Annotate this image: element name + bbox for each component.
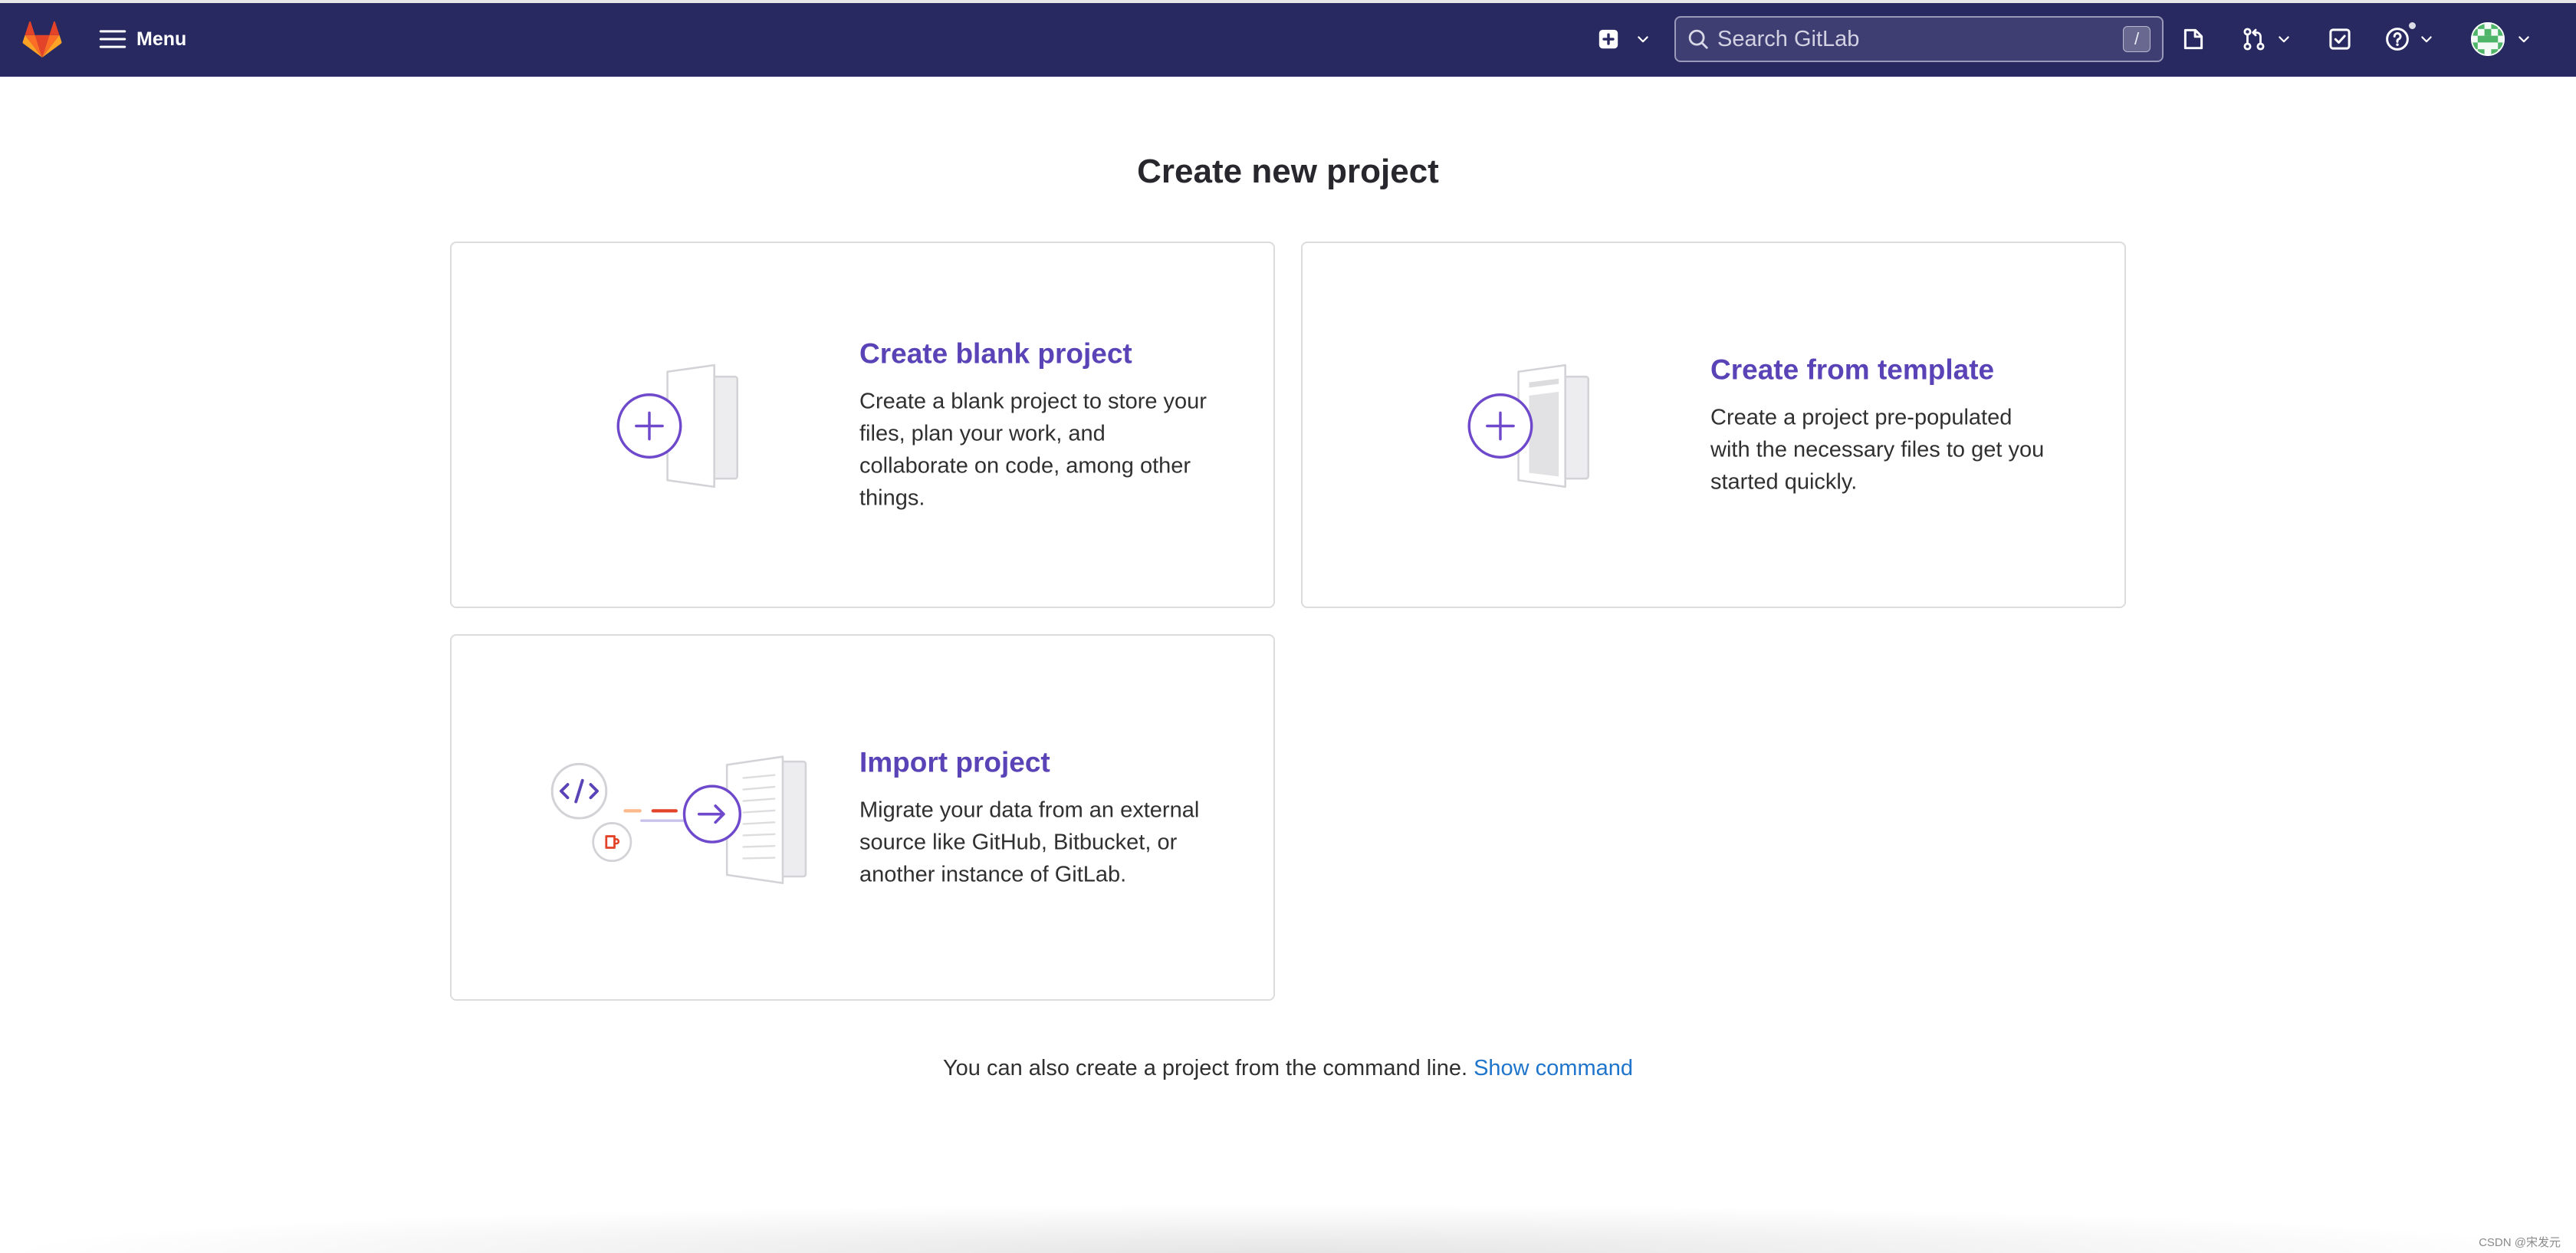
command-line-hint-text: You can also create a project from the c… — [942, 1056, 1468, 1080]
command-line-hint: You can also create a project from the c… — [0, 1052, 2576, 1084]
card-description-line: things. — [859, 485, 925, 511]
card-description-line: files, plan your work, and — [859, 421, 1106, 446]
blank-project-illustration — [616, 363, 738, 488]
page-title: Create new project — [1137, 153, 1439, 190]
card-description-line: Create a blank project to store your — [859, 389, 1207, 414]
show-command-link[interactable]: Show command — [1474, 1056, 1633, 1080]
help-icon[interactable] — [2384, 26, 2410, 52]
help-notification-dot — [2407, 21, 2417, 31]
import-project-illustration — [550, 755, 807, 884]
card-title[interactable]: Import project — [859, 745, 1250, 781]
search-input[interactable] — [1717, 18, 2116, 61]
merge-request-icon[interactable] — [2241, 26, 2267, 52]
card-title[interactable]: Create from template — [1710, 352, 2101, 389]
search-box[interactable]: / — [1674, 16, 2164, 62]
create-from-template-card[interactable]: Create from template Create a project pr… — [1301, 242, 2126, 608]
window-bottom-shadow — [0, 1204, 2576, 1253]
import-project-card[interactable]: Import project Migrate your data from an… — [450, 634, 1275, 1001]
hamburger-icon[interactable] — [99, 25, 127, 53]
todo-icon[interactable] — [2327, 26, 2353, 52]
chevron-down-icon[interactable] — [2276, 31, 2292, 47]
card-description-line: Migrate your data from an external — [859, 798, 1200, 823]
card-description-line: source like GitHub, Bitbucket, or — [859, 830, 1178, 855]
card-title[interactable]: Create blank project — [859, 336, 1250, 373]
chevron-down-icon[interactable] — [2419, 31, 2434, 47]
plus-square-icon[interactable] — [1597, 28, 1620, 51]
card-text: Import project Migrate your data from an… — [859, 745, 1250, 891]
card-description-line: Create a project pre-populated — [1710, 405, 2013, 430]
create-blank-project-card[interactable]: Create blank project Create a blank proj… — [450, 242, 1275, 608]
card-description-line: with the necessary files to get you — [1710, 437, 2045, 462]
search-icon — [1688, 29, 1708, 49]
card-description-line: another instance of GitLab. — [859, 862, 1127, 887]
menu-button-label[interactable]: Menu — [136, 28, 186, 51]
gitlab-logo[interactable] — [21, 20, 63, 58]
card-text: Create blank project Create a blank proj… — [859, 336, 1250, 515]
card-text: Create from template Create a project pr… — [1710, 352, 2101, 498]
watermark: CSDN @宋发元 — [2479, 1236, 2561, 1249]
chevron-down-icon[interactable] — [2516, 31, 2532, 47]
avatar[interactable] — [2471, 22, 2505, 56]
top-navbar: Menu / — [0, 3, 2576, 77]
chevron-down-icon[interactable] — [1635, 31, 1651, 47]
issues-icon[interactable] — [2180, 26, 2206, 52]
card-description-line: started quickly. — [1710, 469, 1858, 495]
search-shortcut-badge: / — [2123, 26, 2150, 52]
template-project-illustration — [1467, 363, 1589, 488]
card-description-line: collaborate on code, among other — [859, 453, 1191, 479]
